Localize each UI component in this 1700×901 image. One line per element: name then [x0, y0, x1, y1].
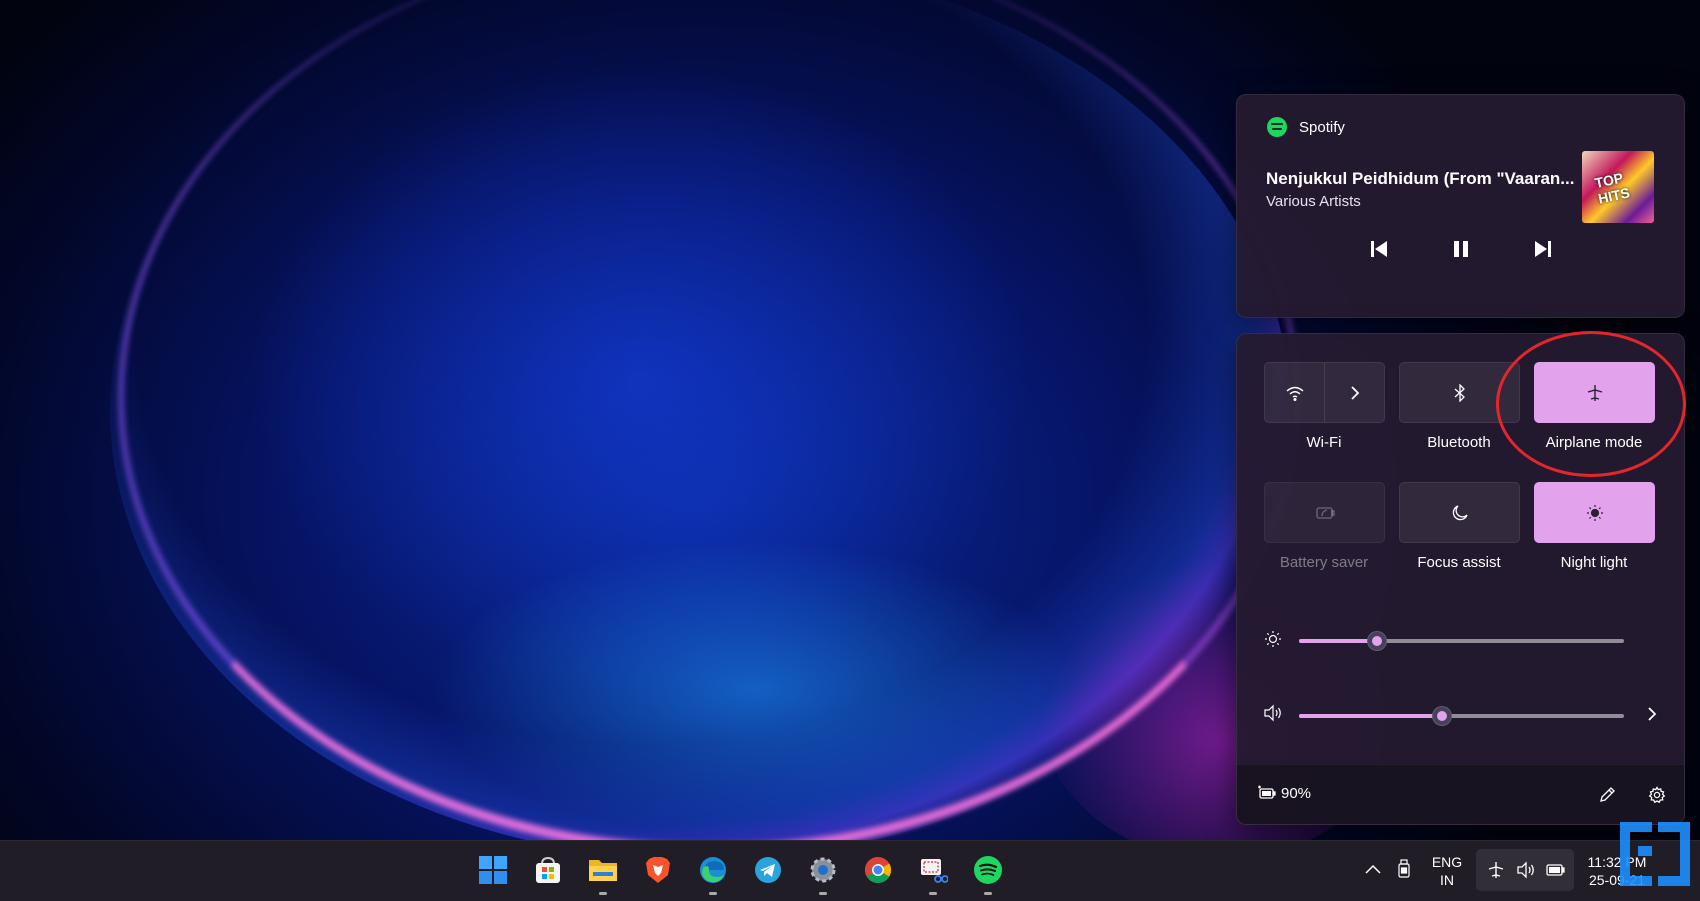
snipping-tool-icon: [921, 859, 948, 883]
night-light-tile[interactable]: [1534, 482, 1655, 543]
moon-icon: [1452, 504, 1468, 520]
brave-icon: [646, 857, 670, 883]
night-light-label: Night light: [1560, 554, 1628, 571]
settings-button[interactable]: [1645, 783, 1669, 807]
airplane-mode-highlight: [1496, 331, 1686, 477]
volume-fill: [1299, 714, 1442, 718]
watermark-logo-icon: [1620, 822, 1690, 886]
edge-icon: [700, 857, 726, 883]
language-code: ENG: [1431, 854, 1463, 870]
running-indicator: [929, 892, 937, 895]
brightness-slider[interactable]: [1299, 631, 1624, 651]
running-indicator: [984, 892, 992, 895]
previous-button[interactable]: [1367, 237, 1391, 261]
taskbar: ENG IN 11:32 PM 25-09-21: [0, 840, 1700, 901]
quick-settings-button[interactable]: [1476, 849, 1574, 891]
edit-quick-settings-button[interactable]: [1595, 783, 1619, 807]
battery-saver-label: Battery saver: [1279, 554, 1369, 571]
windows-logo-icon: [479, 856, 507, 884]
volume-thumb[interactable]: [1432, 706, 1452, 726]
show-hidden-icons-button[interactable]: [1363, 859, 1383, 879]
media-app[interactable]: Spotify: [1267, 117, 1345, 137]
wifi-toggle[interactable]: [1265, 363, 1324, 422]
wifi-expand-button[interactable]: [1325, 363, 1384, 422]
media-flyout: Spotify Nenjukkul Peidhidum (From "Vaara…: [1236, 94, 1685, 318]
chevron-right-icon: [1350, 385, 1359, 400]
focus-assist-label: Focus assist: [1417, 554, 1501, 571]
brightness-thumb[interactable]: [1367, 631, 1387, 651]
taskbar-chrome[interactable]: [859, 851, 897, 889]
running-indicator: [819, 892, 827, 895]
brightness-fill: [1299, 639, 1377, 643]
taskbar-microsoft-store[interactable]: [529, 851, 567, 889]
telegram-icon: [755, 857, 781, 883]
next-button[interactable]: [1531, 237, 1555, 261]
taskbar-settings[interactable]: [804, 851, 842, 895]
language-region: IN: [1440, 872, 1454, 888]
airplane-tray-icon: [1488, 862, 1504, 878]
night-light-icon: [1586, 504, 1603, 521]
gear-icon: [1648, 786, 1666, 804]
focus-assist-tile[interactable]: [1399, 482, 1520, 543]
taskbar-spotify[interactable]: [969, 851, 1007, 895]
start-button[interactable]: [474, 851, 512, 889]
running-indicator: [709, 892, 717, 895]
media-controls: [1237, 237, 1684, 261]
battery-saver-tile[interactable]: [1264, 482, 1385, 543]
taskbar-snipping-tool[interactable]: [914, 851, 952, 895]
battery-tray-icon: [1546, 864, 1565, 876]
volume-slider[interactable]: [1299, 706, 1624, 726]
spotify-icon: [1267, 117, 1287, 137]
audio-output-button[interactable]: [1643, 705, 1661, 723]
taskbar-brave[interactable]: [639, 851, 677, 889]
spotify-app-icon: [974, 856, 1002, 884]
language-indicator[interactable]: ENG IN: [1424, 853, 1470, 889]
album-art: TOP HITS: [1582, 151, 1654, 223]
volume-icon: [1264, 704, 1281, 722]
pencil-icon: [1600, 787, 1615, 802]
media-app-name: Spotify: [1299, 118, 1345, 136]
bluetooth-icon: [1454, 383, 1465, 402]
chrome-icon: [864, 856, 892, 884]
pause-button[interactable]: [1449, 237, 1473, 261]
chevron-up-icon: [1365, 864, 1381, 874]
pause-icon: [1453, 241, 1468, 257]
taskbar-telegram[interactable]: [749, 851, 787, 889]
store-icon: [536, 856, 560, 883]
speaker-tray-icon: [1517, 861, 1534, 879]
wifi-tile[interactable]: [1264, 362, 1385, 423]
chevron-right-icon: [1648, 707, 1657, 721]
album-art-text: TOP HITS: [1593, 169, 1632, 207]
track-artist: Various Artists: [1266, 193, 1361, 210]
settings-gear-icon: [810, 857, 836, 883]
battery-charging-icon: [1258, 785, 1276, 799]
battery-percent: 90%: [1281, 785, 1312, 802]
track-title: Nenjukkul Peidhidum (From "Vaaran...: [1266, 169, 1575, 188]
taskbar-file-explorer[interactable]: [584, 851, 622, 895]
taskbar-edge[interactable]: [694, 851, 732, 895]
tray-usb-button[interactable]: [1394, 857, 1414, 881]
usb-icon: [1398, 859, 1410, 878]
wallpaper-bloom-edge: [118, 0, 1300, 840]
wifi-icon: [1286, 386, 1303, 401]
previous-icon: [1370, 241, 1387, 257]
next-icon: [1534, 241, 1551, 257]
brightness-icon: [1265, 631, 1281, 647]
folder-icon: [589, 860, 617, 881]
running-indicator: [599, 892, 607, 895]
battery-saver-icon: [1315, 506, 1335, 519]
wifi-label: Wi-Fi: [1306, 434, 1342, 451]
